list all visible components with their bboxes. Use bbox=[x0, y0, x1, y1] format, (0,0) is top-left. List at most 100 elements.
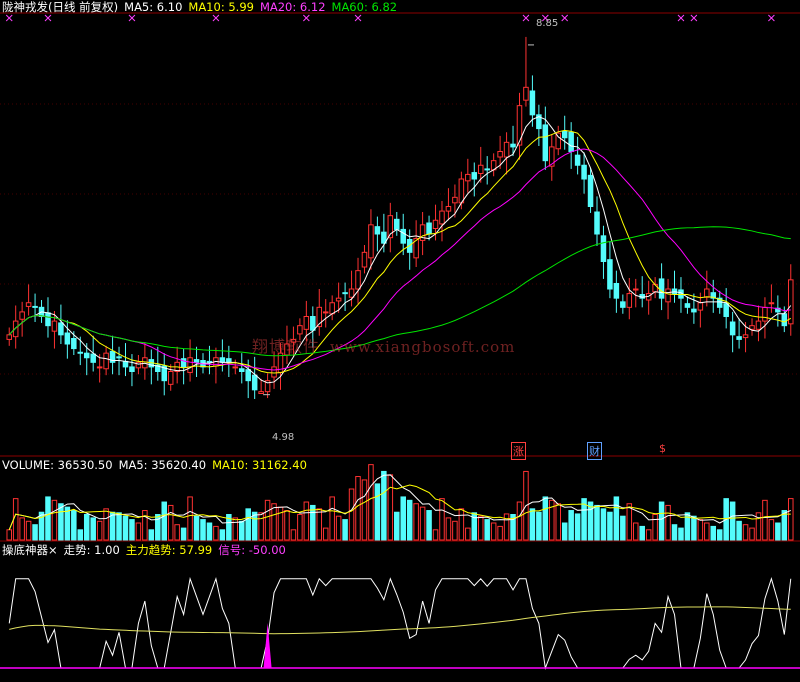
volume-bar bbox=[109, 511, 116, 541]
candle-body bbox=[310, 316, 316, 331]
volume-bar bbox=[516, 501, 523, 541]
candle-body bbox=[32, 305, 38, 308]
signal-marker-9 bbox=[677, 14, 685, 22]
candle-body bbox=[64, 332, 71, 345]
signal-marker-1 bbox=[44, 14, 52, 22]
volume-bar bbox=[568, 510, 574, 541]
tag-dollar[interactable]: $ bbox=[659, 442, 666, 455]
volume-bar bbox=[200, 519, 206, 541]
ma60-value: MA60: 6.82 bbox=[331, 0, 398, 14]
indicator-header: 操底神器× 走势: 1.00 主力趋势: 57.99 信号: -50.00 bbox=[2, 543, 292, 557]
candle-body bbox=[445, 206, 452, 212]
candle-body bbox=[232, 366, 239, 369]
candle-body bbox=[762, 306, 768, 322]
candle-body bbox=[303, 316, 310, 330]
volume-bar bbox=[742, 524, 749, 541]
volume-bar bbox=[335, 515, 342, 541]
volume-bar bbox=[432, 529, 439, 541]
volume-bar bbox=[484, 519, 490, 541]
volume-bar bbox=[678, 527, 684, 541]
volume-bar bbox=[32, 524, 38, 541]
candle-body bbox=[665, 288, 671, 303]
volume-bar bbox=[322, 527, 329, 541]
volume-bar bbox=[465, 527, 471, 541]
candle-body bbox=[355, 270, 361, 290]
volume-bar bbox=[245, 508, 251, 541]
volume-bar bbox=[413, 503, 419, 541]
volume-bar bbox=[458, 508, 465, 541]
volume-bar bbox=[542, 496, 549, 541]
candle-body bbox=[658, 278, 665, 299]
signal-marker-6 bbox=[522, 14, 530, 22]
tag-finance[interactable]: 财 bbox=[587, 442, 602, 460]
watermark: 翔博软件 www.xiangbosoft.com bbox=[252, 333, 515, 357]
volume-bar bbox=[704, 522, 710, 541]
volume-bar bbox=[536, 511, 542, 541]
candle-body bbox=[503, 141, 510, 158]
volume-bar bbox=[775, 522, 781, 541]
volume-bar bbox=[387, 474, 394, 541]
candle-body bbox=[25, 302, 32, 307]
volume-bar bbox=[632, 522, 639, 541]
signal-marker-3 bbox=[212, 14, 220, 22]
volume-bar bbox=[729, 501, 736, 541]
candle-body bbox=[83, 352, 90, 359]
volume-bar bbox=[574, 513, 581, 541]
ma5-value: MA5: 6.10 bbox=[124, 0, 183, 14]
volume-bar bbox=[174, 524, 180, 541]
volume-bar bbox=[83, 514, 90, 541]
main-trend-value: 主力趋势: 57.99 bbox=[125, 543, 213, 557]
volume-bar bbox=[264, 499, 271, 541]
volume-bar bbox=[762, 499, 768, 541]
volume-bar bbox=[90, 517, 96, 541]
volume-bar bbox=[271, 503, 277, 541]
ma10-value: MA10: 5.99 bbox=[188, 0, 254, 14]
candle-body bbox=[729, 321, 736, 336]
candle-body bbox=[342, 292, 348, 295]
volume-bar bbox=[503, 513, 510, 541]
volume-bar bbox=[77, 529, 84, 541]
candle-body bbox=[542, 124, 549, 162]
signal-marker-10 bbox=[690, 14, 698, 22]
price-header: 陇神戎发(日线 前复权) MA5: 6.10 MA10: 5.99 MA20: 6.1… bbox=[2, 0, 403, 14]
volume-bar bbox=[103, 508, 109, 541]
volume-bar bbox=[749, 527, 755, 541]
volume-bar bbox=[394, 511, 400, 541]
volume-bar bbox=[419, 506, 426, 541]
volume-bar bbox=[587, 501, 594, 541]
candle-body bbox=[594, 211, 600, 235]
candle-body bbox=[523, 86, 529, 101]
volume-bar bbox=[96, 520, 103, 541]
signal-marker-8 bbox=[561, 14, 569, 22]
candle-body bbox=[781, 313, 788, 327]
volume-bar bbox=[116, 512, 122, 541]
volume-bar bbox=[490, 522, 497, 541]
candle-body bbox=[432, 219, 439, 229]
candle-body bbox=[684, 303, 691, 308]
volume-bar bbox=[180, 527, 187, 541]
candle-body bbox=[258, 391, 264, 394]
volume-bar bbox=[167, 504, 174, 541]
candle-body bbox=[742, 334, 749, 339]
candle-body bbox=[322, 311, 329, 314]
volume-bar bbox=[600, 508, 607, 541]
candle-body bbox=[51, 320, 58, 332]
candle-body bbox=[613, 283, 620, 299]
volume-bar bbox=[594, 504, 600, 541]
candle-body bbox=[626, 293, 633, 308]
volume-bar bbox=[452, 520, 458, 541]
volume-bar bbox=[187, 496, 193, 541]
candle-body bbox=[439, 210, 445, 225]
volume-bar bbox=[213, 525, 219, 541]
tag-rise[interactable]: 涨 bbox=[511, 442, 526, 460]
volume-bar bbox=[64, 506, 71, 541]
candle-body bbox=[374, 226, 381, 235]
volume-value: VOLUME: 36530.50 bbox=[2, 458, 113, 472]
volume-ma10: MA10: 31162.40 bbox=[212, 458, 307, 472]
volume-bar bbox=[665, 504, 671, 541]
candle-body bbox=[697, 302, 704, 311]
volume-ma5: MA5: 35620.40 bbox=[118, 458, 207, 472]
candle-body bbox=[193, 359, 200, 363]
volume-bar bbox=[348, 488, 355, 541]
volume-bar bbox=[445, 517, 452, 541]
